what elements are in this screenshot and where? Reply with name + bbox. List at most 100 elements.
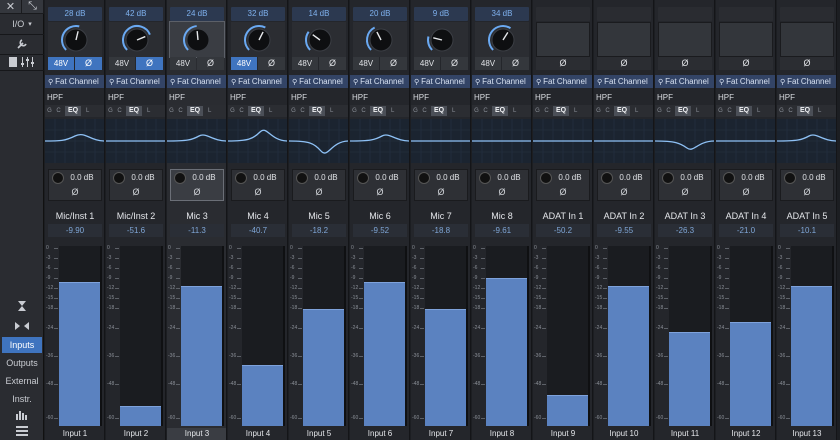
comp-slot[interactable]: C [359,108,368,114]
phase-invert-button[interactable]: Ø [75,57,102,70]
insert-slot[interactable]: ⚲ Fat Channel [472,75,531,88]
gate-slot[interactable]: G [716,108,725,114]
gain-knob[interactable] [59,23,93,57]
insert-slot[interactable]: ⚲ Fat Channel [533,75,592,88]
send-control[interactable]: 0.0 dB Ø [231,169,285,201]
phantom-power-button[interactable]: 48V [353,57,379,70]
phase-invert-button[interactable]: Ø [319,57,346,70]
channel-name[interactable]: ADAT In 2 [594,211,653,221]
insert-slot[interactable]: ⚲ Fat Channel [655,75,714,88]
channel-strip[interactable]: 28 dB 48V Ø ⚲ Fat Channel HPF G C EQ L 0… [45,0,105,440]
eq-curve-graph[interactable] [777,119,837,163]
fader-track[interactable] [222,246,224,426]
fader-track[interactable] [161,246,163,426]
phantom-power-button[interactable]: 48V [109,57,135,70]
comp-slot[interactable]: C [725,108,734,114]
send-phase-button[interactable]: Ø [659,187,711,197]
eq-curve-graph[interactable] [655,119,715,163]
eq-curve-graph[interactable] [167,119,227,163]
send-phase-button[interactable]: Ø [232,187,284,197]
fader-track[interactable] [771,246,773,426]
close-icon[interactable]: ✕ [0,0,22,14]
phase-invert-button[interactable]: Ø [536,57,590,70]
tab-external[interactable]: External [2,373,42,389]
gain-knob-area[interactable] [719,22,773,57]
gate-slot[interactable]: G [594,108,603,114]
eq-curve-graph[interactable] [411,119,471,163]
gain-knob[interactable] [425,23,459,57]
gain-knob-area[interactable] [658,22,712,57]
send-control[interactable]: 0.0 dB Ø [719,169,773,201]
comp-slot[interactable]: C [786,108,795,114]
input-source-label[interactable]: Input 5 [289,428,348,440]
gain-knob[interactable] [181,23,215,57]
gate-slot[interactable]: G [350,108,359,114]
hpf-label[interactable]: HPF [718,93,734,102]
insert-slot[interactable]: ⚲ Fat Channel [350,75,409,88]
insert-slot[interactable]: ⚲ Fat Channel [777,75,836,88]
gate-slot[interactable]: G [289,108,298,114]
gain-knob-area[interactable] [48,22,102,57]
input-source-label[interactable]: Input 4 [228,428,287,440]
limiter-slot[interactable]: L [83,108,92,114]
channel-strip[interactable]: 14 dB 48V Ø ⚲ Fat Channel HPF G C EQ L 0… [289,0,349,440]
wrench-icon[interactable] [0,36,44,52]
document-icon[interactable] [9,57,17,67]
collapse-icon[interactable] [0,298,44,314]
limiter-slot[interactable]: L [693,108,702,114]
phase-invert-button[interactable]: Ø [780,57,834,70]
channel-name[interactable]: Mic 6 [350,211,409,221]
send-control[interactable]: 0.0 dB Ø [292,169,346,201]
limiter-slot[interactable]: L [327,108,336,114]
eq-slot[interactable]: EQ [248,106,265,116]
bar-chart-icon[interactable] [0,408,44,422]
comp-slot[interactable]: C [54,108,63,114]
eq-slot[interactable]: EQ [675,106,692,116]
phantom-power-button[interactable]: 48V [231,57,257,70]
send-phase-button[interactable]: Ø [415,187,467,197]
fader-track[interactable] [527,246,529,426]
eq-curve-graph[interactable] [350,119,410,163]
limiter-slot[interactable]: L [266,108,275,114]
channel-name[interactable]: ADAT In 1 [533,211,592,221]
mixer-icon[interactable] [21,57,35,67]
phantom-power-button[interactable]: 48V [170,57,196,70]
tab-instr[interactable]: Instr. [2,391,42,407]
eq-curve-graph[interactable] [716,119,776,163]
hpf-label[interactable]: HPF [413,93,429,102]
eq-slot[interactable]: EQ [126,106,143,116]
comp-slot[interactable]: C [664,108,673,114]
eq-slot[interactable]: EQ [736,106,753,116]
channel-name[interactable]: Mic 4 [228,211,287,221]
phase-invert-button[interactable]: Ø [658,57,712,70]
limiter-slot[interactable]: L [388,108,397,114]
phase-invert-button[interactable]: Ø [441,57,468,70]
hpf-label[interactable]: HPF [230,93,246,102]
menu-icon[interactable] [0,424,44,438]
gain-knob-area[interactable] [475,22,529,57]
input-source-label[interactable]: Input 6 [350,428,409,440]
gate-slot[interactable]: G [472,108,481,114]
insert-slot[interactable]: ⚲ Fat Channel [45,75,104,88]
fader-track[interactable] [344,246,346,426]
comp-slot[interactable]: C [542,108,551,114]
eq-slot[interactable]: EQ [370,106,387,116]
phase-invert-button[interactable]: Ø [136,57,163,70]
eq-slot[interactable]: EQ [797,106,814,116]
channel-strip[interactable]: 9 dB 48V Ø ⚲ Fat Channel HPF G C EQ L 0.… [411,0,471,440]
channel-strip[interactable]: Ø ⚲ Fat Channel HPF G C EQ L 0.0 dB Ø AD… [716,0,776,440]
phase-invert-button[interactable]: Ø [719,57,773,70]
channel-name[interactable]: Mic 8 [472,211,531,221]
comp-slot[interactable]: C [603,108,612,114]
input-source-label[interactable]: Input 9 [533,428,592,440]
gate-slot[interactable]: G [228,108,237,114]
input-source-label[interactable]: Input 13 [777,428,836,440]
eq-curve-graph[interactable] [289,119,349,163]
send-control[interactable]: 0.0 dB Ø [353,169,407,201]
send-control[interactable]: 0.0 dB Ø [658,169,712,201]
hpf-label[interactable]: HPF [535,93,551,102]
limiter-slot[interactable]: L [144,108,153,114]
phantom-power-button[interactable]: 48V [475,57,501,70]
phase-invert-button[interactable]: Ø [197,57,224,70]
channel-name[interactable]: Mic 5 [289,211,348,221]
